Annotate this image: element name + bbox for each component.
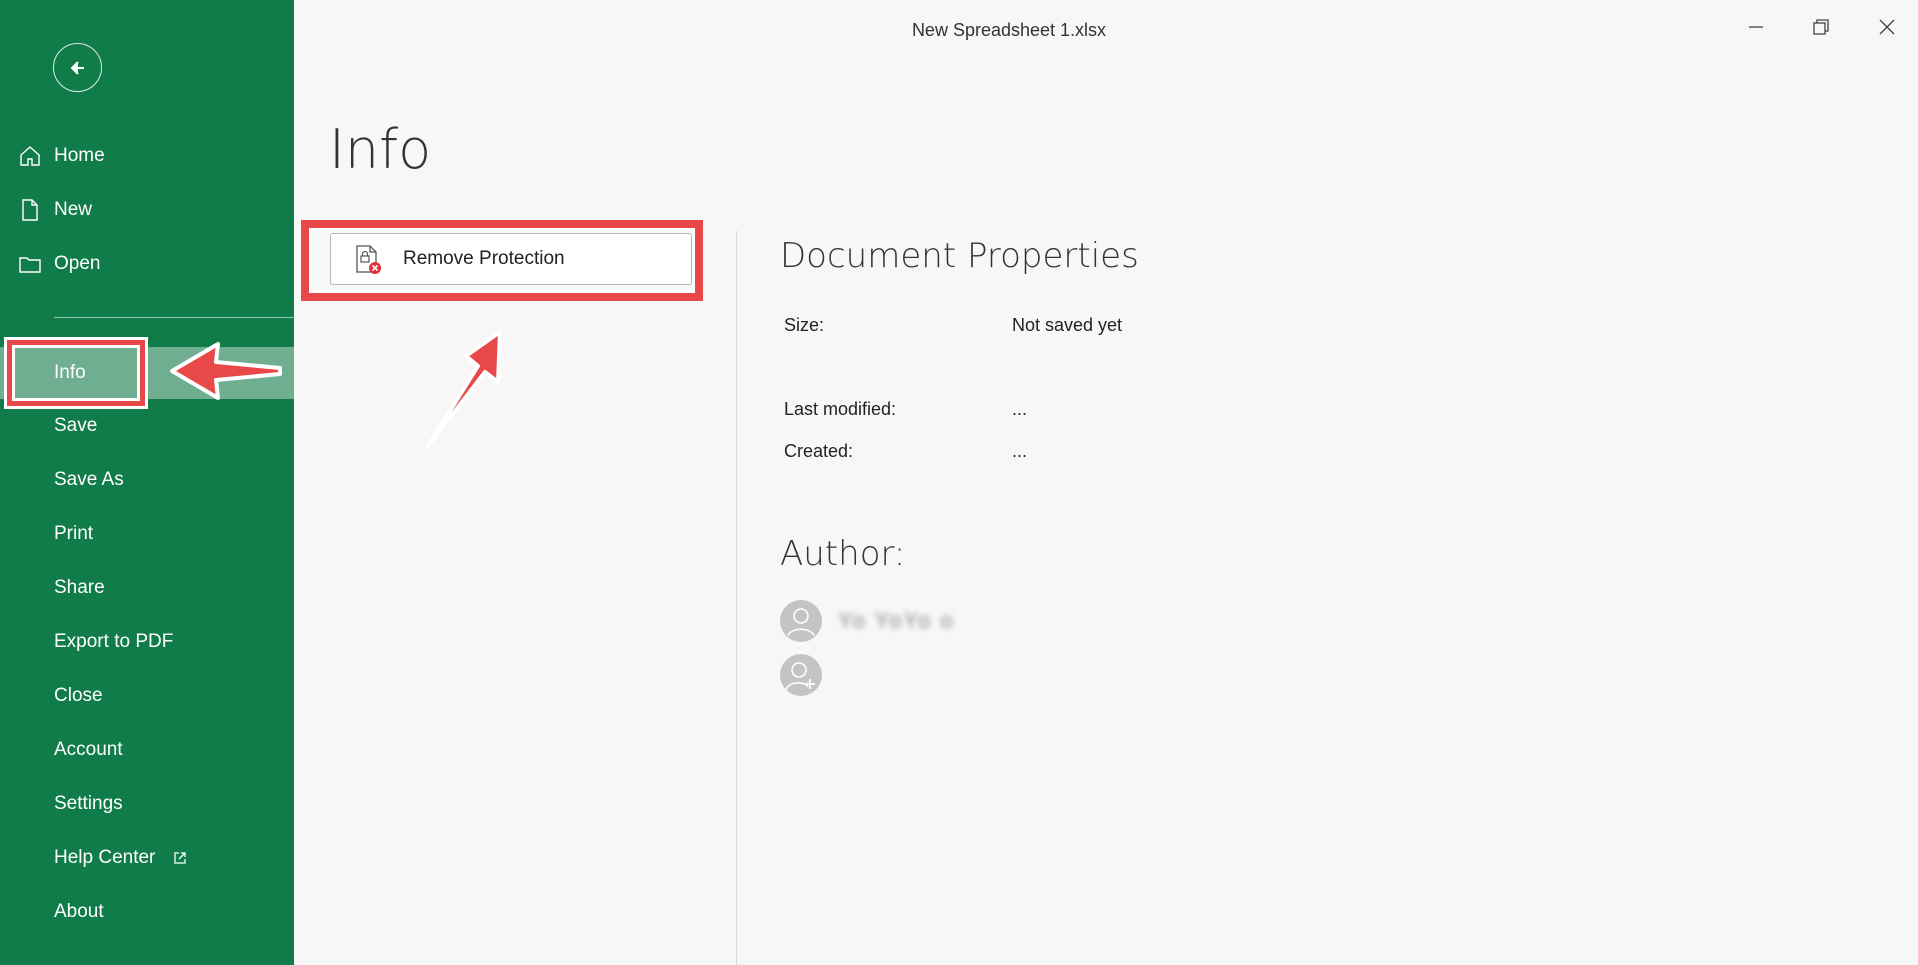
sidebar-item-label: Help Center <box>54 847 187 869</box>
size-value: Not saved yet <box>1012 315 1123 335</box>
info-highlight-box <box>4 337 148 409</box>
last-modified-value: ... <box>1012 399 1028 419</box>
document-properties-title: Document Properties <box>780 236 1139 276</box>
sidebar-item-label: Account <box>54 739 123 760</box>
add-user-icon <box>785 662 815 691</box>
restore-icon[interactable] <box>1810 16 1832 38</box>
minimize-icon[interactable] <box>1745 16 1767 38</box>
sidebar-item-open[interactable]: Open <box>0 238 294 290</box>
sidebar-item-label: About <box>54 901 104 922</box>
last-modified-label: Last modified: <box>784 399 897 419</box>
back-button[interactable] <box>53 43 102 92</box>
vertical-divider <box>736 231 737 965</box>
sidebar-item-label: Export to PDF <box>54 631 174 652</box>
sidebar-item-help-center[interactable]: Help Center <box>0 832 294 884</box>
sidebar-item-about[interactable]: About <box>0 886 294 938</box>
sidebar-item-label: New <box>54 199 93 220</box>
sidebar: Home New Open Info Save Save As Print Sh… <box>0 0 294 965</box>
sidebar-item-label: Open <box>54 253 101 274</box>
sidebar-item-save-as[interactable]: Save As <box>0 454 294 506</box>
back-arrow-icon <box>70 60 84 75</box>
window-title: New Spreadsheet 1.xlsx <box>911 20 1107 40</box>
author-title: Author: <box>780 534 906 574</box>
sidebar-divider <box>54 317 294 318</box>
sidebar-item-label: Share <box>54 577 105 598</box>
help-center-label: Help Center <box>54 847 156 868</box>
sidebar-item-label: Close <box>54 685 103 706</box>
sidebar-item-settings[interactable]: Settings <box>0 778 294 830</box>
external-link-icon <box>174 852 186 864</box>
folder-icon <box>19 257 41 273</box>
sidebar-item-home[interactable]: Home <box>0 130 294 182</box>
user-icon <box>787 608 815 637</box>
sidebar-item-account[interactable]: Account <box>0 724 294 776</box>
remove-protection-highlight-box <box>301 220 703 301</box>
created-value: ... <box>1012 441 1028 461</box>
sidebar-item-new[interactable]: New <box>0 184 294 236</box>
sidebar-item-label: Print <box>54 523 94 544</box>
author-avatar <box>780 600 822 642</box>
close-icon[interactable] <box>1876 16 1898 38</box>
pointer-arrow-icon <box>426 330 502 448</box>
created-label: Created: <box>784 441 854 461</box>
pointer-arrow-icon <box>170 342 282 400</box>
sidebar-item-label: Home <box>54 145 105 166</box>
sidebar-item-label: Settings <box>54 793 123 814</box>
sidebar-item-export-pdf[interactable]: Export to PDF <box>0 616 294 668</box>
home-icon <box>20 146 40 166</box>
sidebar-item-share[interactable]: Share <box>0 562 294 614</box>
size-label: Size: <box>784 315 825 335</box>
sidebar-item-close[interactable]: Close <box>0 670 294 722</box>
author-name: Yo YoYo o <box>838 608 955 633</box>
page-title: Info <box>329 118 432 181</box>
sidebar-item-print[interactable]: Print <box>0 508 294 560</box>
add-author-button[interactable] <box>780 654 822 696</box>
new-file-icon <box>22 199 38 221</box>
sidebar-item-label: Save As <box>54 469 124 490</box>
sidebar-item-label: Save <box>54 415 98 436</box>
